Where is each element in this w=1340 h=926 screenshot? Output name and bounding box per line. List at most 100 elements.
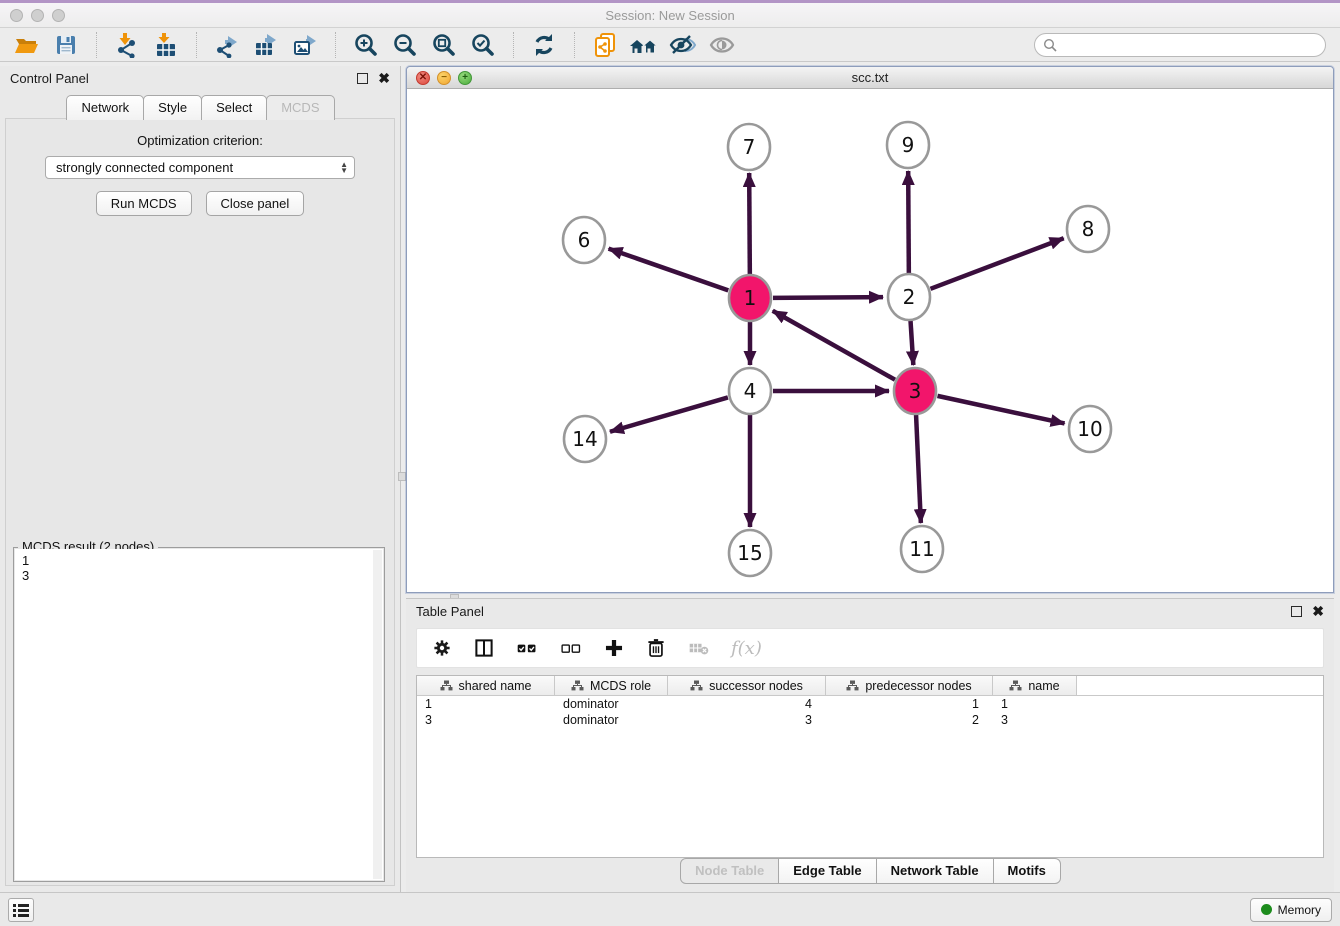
network-window-titlebar[interactable]: ✕ − + scc.txt <box>407 67 1333 89</box>
toolbar-separator <box>96 32 97 58</box>
close-panel-icon[interactable]: ✖ <box>378 73 390 84</box>
zoom-in-icon[interactable] <box>351 31 381 59</box>
save-session-icon[interactable] <box>51 31 81 59</box>
delete-column-icon[interactable] <box>645 637 667 659</box>
memory-button[interactable]: Memory <box>1250 898 1332 922</box>
graph-node-4[interactable]: 4 <box>729 368 771 414</box>
deselect-all-icon[interactable] <box>559 637 583 659</box>
table-cell: 3 <box>417 713 555 727</box>
graph-node-1[interactable]: 1 <box>729 275 771 321</box>
graph-edge-1-6[interactable] <box>609 249 729 291</box>
hide-selected-icon[interactable] <box>668 31 698 59</box>
table-row[interactable]: 3dominator323 <box>417 712 1323 728</box>
open-session-icon[interactable] <box>12 31 42 59</box>
close-panel-button[interactable]: Close panel <box>206 191 305 216</box>
first-neighbors-icon[interactable] <box>629 31 659 59</box>
export-image-icon[interactable] <box>290 31 320 59</box>
network-canvas[interactable]: 1 2 3 4 6 7 8 9 10 11 14 15 <box>407 89 1333 592</box>
table-toolbar: f(x) <box>416 628 1324 668</box>
tab-node-table[interactable]: Node Table <box>680 858 779 884</box>
graph-node-7[interactable]: 7 <box>728 124 770 170</box>
toolbar-separator <box>574 32 575 58</box>
float-table-panel-icon[interactable] <box>1291 606 1302 617</box>
table-tabs: Node TableEdge TableNetwork TableMotifs <box>406 858 1334 884</box>
node-table-body: 1dominator4113dominator323 <box>417 696 1323 728</box>
table-row[interactable]: 1dominator411 <box>417 696 1323 712</box>
tab-style[interactable]: Style <box>143 95 202 120</box>
import-network-icon[interactable] <box>112 31 142 59</box>
search-icon <box>1043 38 1057 52</box>
tab-motifs[interactable]: Motifs <box>993 858 1061 884</box>
tab-mcds[interactable]: MCDS <box>266 95 334 120</box>
graph-node-3[interactable]: 3 <box>894 368 936 414</box>
task-history-button[interactable] <box>8 898 34 922</box>
run-mcds-button[interactable]: Run MCDS <box>96 191 192 216</box>
export-network-icon[interactable] <box>212 31 242 59</box>
zoom-fit-icon[interactable] <box>429 31 459 59</box>
column-header-MCDS-role[interactable]: MCDS role <box>555 676 668 695</box>
column-header-predecessor-nodes[interactable]: predecessor nodes <box>826 676 993 695</box>
mcds-result-scrollbar[interactable] <box>373 550 382 879</box>
graph-node-8[interactable]: 8 <box>1067 206 1109 252</box>
graph-edge-4-14[interactable] <box>610 397 728 431</box>
tab-network[interactable]: Network <box>66 95 144 120</box>
apply-layout-icon[interactable] <box>529 31 559 59</box>
tab-select[interactable]: Select <box>201 95 267 120</box>
column-header-successor-nodes[interactable]: successor nodes <box>668 676 826 695</box>
tab-edge-table[interactable]: Edge Table <box>778 858 876 884</box>
graph-edge-1-7[interactable] <box>749 173 750 275</box>
toolbar-separator <box>513 32 514 58</box>
graph-edge-2-9[interactable] <box>908 171 909 274</box>
export-table-icon[interactable] <box>251 31 281 59</box>
main-toolbar <box>0 28 1340 62</box>
graph-edge-3-1[interactable] <box>773 311 895 380</box>
mcds-result-group: MCDS result (2 nodes) 1 3 <box>13 547 385 882</box>
graph-node-6[interactable]: 6 <box>563 217 605 263</box>
show-all-icon[interactable] <box>707 31 737 59</box>
svg-text:8: 8 <box>1082 217 1095 241</box>
graph-edge-2-3[interactable] <box>910 320 913 365</box>
graph-edge-1-2[interactable] <box>773 297 883 298</box>
float-panel-icon[interactable] <box>357 73 368 84</box>
shared-column-icon <box>690 680 703 691</box>
close-table-panel-icon[interactable]: ✖ <box>1312 606 1324 617</box>
svg-text:6: 6 <box>578 228 591 252</box>
vertical-divider-handle[interactable] <box>398 472 406 481</box>
search-field[interactable] <box>1034 33 1326 57</box>
svg-text:14: 14 <box>572 427 597 451</box>
select-all-icon[interactable] <box>515 637 539 659</box>
svg-text:11: 11 <box>909 537 934 561</box>
network-window-title: scc.txt <box>407 70 1333 85</box>
search-input[interactable] <box>1062 38 1317 52</box>
optimization-select[interactable]: strongly connected component ▲▼ <box>45 156 355 179</box>
graph-node-15[interactable]: 15 <box>729 530 771 576</box>
graph-node-11[interactable]: 11 <box>901 526 943 572</box>
zoom-selected-icon[interactable] <box>468 31 498 59</box>
node-table[interactable]: shared nameMCDS rolesuccessor nodesprede… <box>416 675 1324 858</box>
import-table-icon[interactable] <box>151 31 181 59</box>
zoom-out-icon[interactable] <box>390 31 420 59</box>
graph-edge-2-8[interactable] <box>931 238 1064 289</box>
column-layout-icon[interactable] <box>473 637 495 659</box>
column-header-shared-name[interactable]: shared name <box>417 676 555 695</box>
mcds-result-text[interactable]: 1 3 <box>15 549 383 880</box>
tab-network-table[interactable]: Network Table <box>876 858 994 884</box>
graph-node-10[interactable]: 10 <box>1069 406 1111 452</box>
function-builder-icon: f(x) <box>731 638 762 659</box>
optimization-value: strongly connected component <box>56 160 340 175</box>
graph-node-2[interactable]: 2 <box>888 274 930 320</box>
table-cell: 4 <box>668 697 826 711</box>
settings-gear-icon[interactable] <box>431 637 453 659</box>
clone-network-icon[interactable] <box>590 31 620 59</box>
graph-node-9[interactable]: 9 <box>887 122 929 168</box>
graph-node-14[interactable]: 14 <box>564 416 606 462</box>
window-titlebar: Session: New Session <box>0 0 1340 28</box>
toolbar-separator <box>196 32 197 58</box>
graph-edge-3-11[interactable] <box>916 414 921 523</box>
svg-text:4: 4 <box>744 379 757 403</box>
graph-edge-3-10[interactable] <box>937 396 1064 424</box>
column-header-name[interactable]: name <box>993 676 1077 695</box>
task-list-icon <box>13 903 29 917</box>
add-column-icon[interactable] <box>603 637 625 659</box>
window-title: Session: New Session <box>0 8 1340 23</box>
